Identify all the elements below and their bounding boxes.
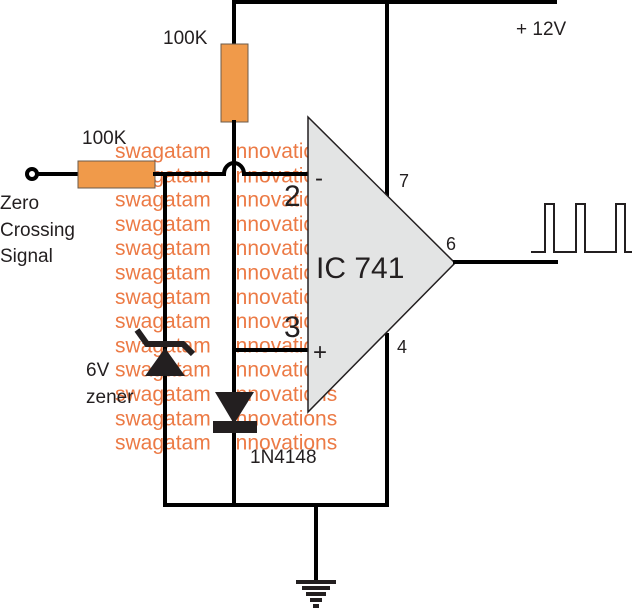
pin-2-label: 2 <box>284 180 301 213</box>
watermark-text: swagatam <box>115 237 211 260</box>
input-label-zero: Zero <box>0 193 39 214</box>
watermark-text: swagatam <box>115 286 211 309</box>
zener-type-label: zener <box>86 387 134 408</box>
input-label-signal: Signal <box>0 246 53 267</box>
resistor-top-label: 100K <box>163 28 208 49</box>
watermark-text: swagatam <box>115 213 211 236</box>
circuit-diagram: swagatam innovationsswagatam innovationssw… <box>0 0 632 608</box>
ground-icon <box>296 580 336 608</box>
inverting-symbol: - <box>315 165 323 192</box>
pin-3-label: 3 <box>284 311 301 344</box>
resistor-input <box>77 160 156 189</box>
pin-6-label: 6 <box>446 234 456 254</box>
watermark-text: swagatam <box>115 262 211 285</box>
watermark-text: swagatam <box>115 189 211 212</box>
watermark-text: swagatam <box>115 310 211 333</box>
resistor-input-label: 100K <box>82 128 127 149</box>
pin-7-label: 7 <box>399 171 409 191</box>
noninverting-symbol: + <box>313 339 327 366</box>
resistor-top <box>220 43 249 123</box>
output-waveform-icon <box>531 203 632 253</box>
diode-label: 1N4148 <box>250 447 317 468</box>
watermark-text: swagatam <box>115 432 211 455</box>
supply-label: + 12V <box>516 19 567 40</box>
input-label-crossing: Crossing <box>0 220 75 241</box>
ic-label: IC 741 <box>316 252 404 285</box>
diode-bar <box>213 421 257 433</box>
zener-value-label: 6V <box>86 360 110 381</box>
watermark-text: swagatam <box>115 407 211 430</box>
watermark-text: swagatam <box>115 140 211 163</box>
pin-4-label: 4 <box>397 337 407 357</box>
